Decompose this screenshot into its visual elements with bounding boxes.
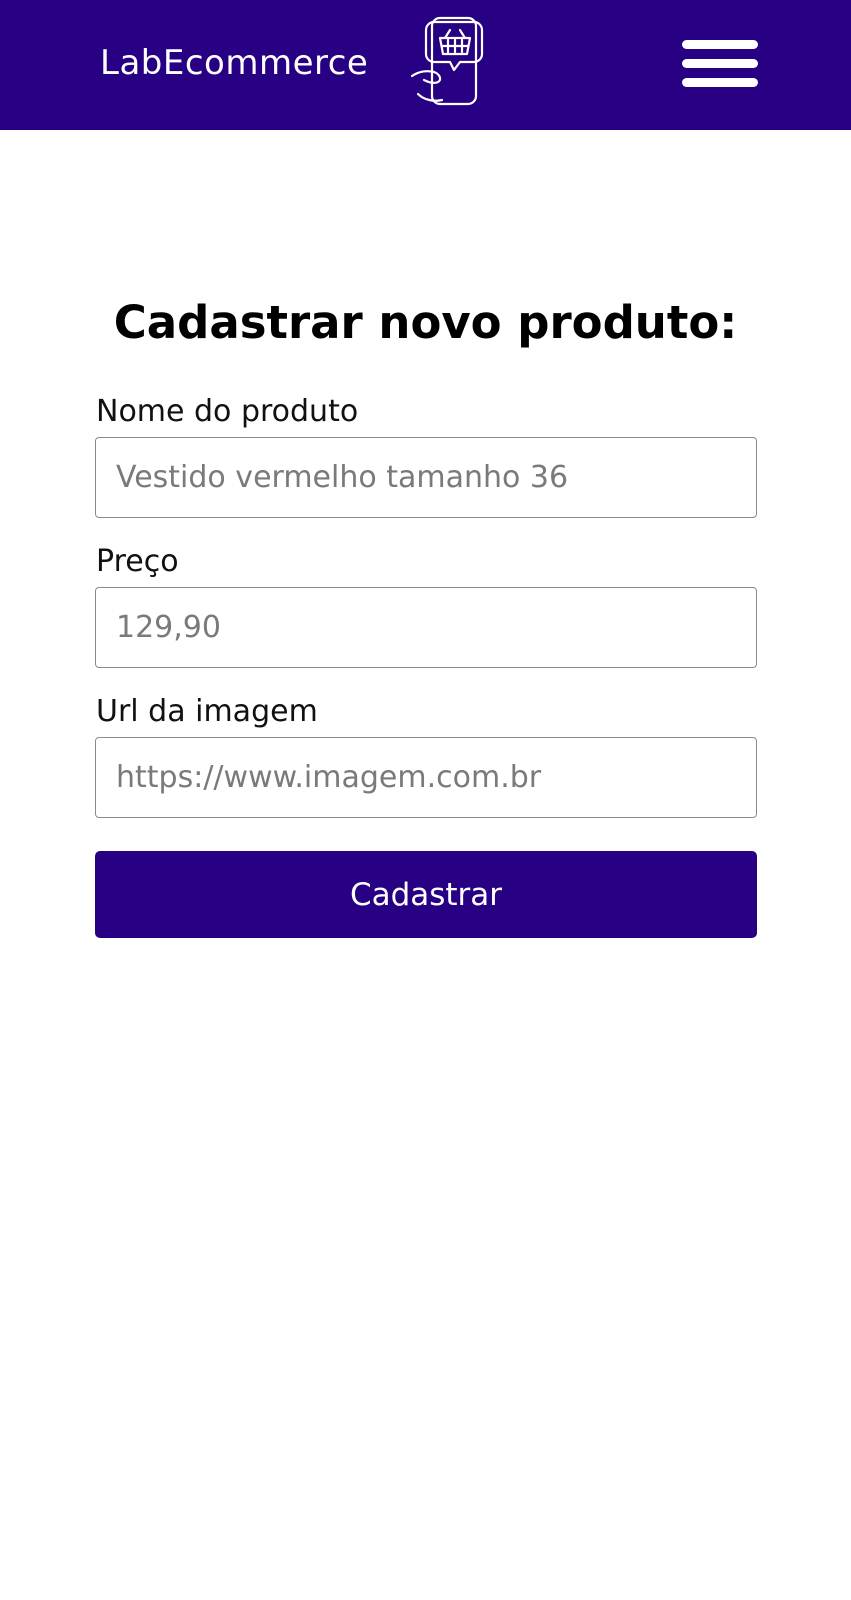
product-name-input[interactable]: [95, 437, 757, 518]
image-url-input[interactable]: [95, 737, 757, 818]
hamburger-menu-icon: [682, 59, 758, 68]
image-url-label: Url da imagem: [96, 694, 318, 729]
app-header: LabEcommerce: [0, 0, 851, 130]
submit-button[interactable]: Cadastrar: [95, 851, 757, 938]
hand-holding-phone-with-basket-icon: [410, 14, 490, 110]
brand-name: LabEcommerce: [100, 43, 369, 83]
price-input[interactable]: [95, 587, 757, 668]
brand[interactable]: LabEcommerce: [100, 38, 368, 88]
page-title: Cadastrar novo produto:: [113, 296, 738, 350]
hamburger-menu-icon: [682, 40, 758, 49]
product-name-label: Nome do produto: [96, 394, 359, 429]
price-label: Preço: [96, 544, 179, 579]
hamburger-menu-button[interactable]: [682, 38, 758, 90]
hamburger-menu-icon: [682, 78, 758, 87]
